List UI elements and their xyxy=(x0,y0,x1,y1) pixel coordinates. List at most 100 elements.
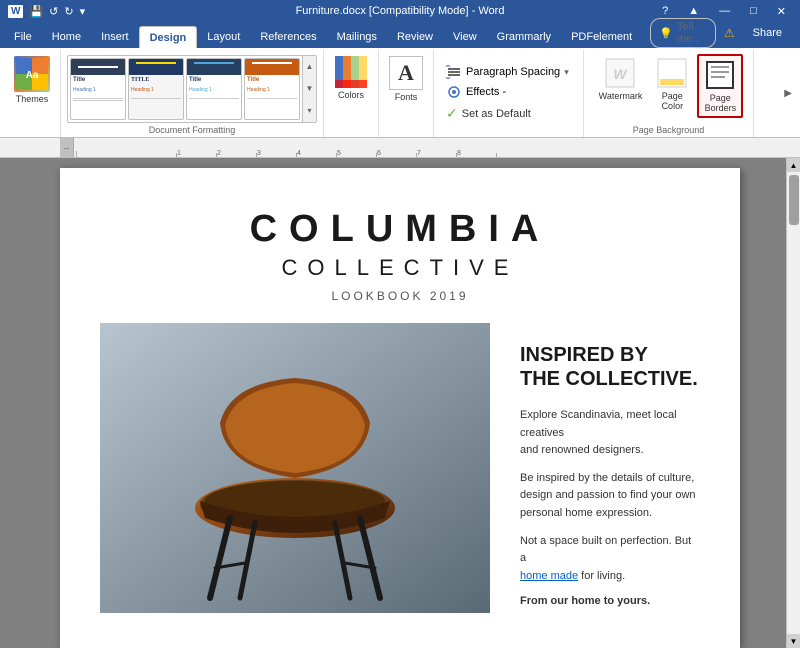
tab-view[interactable]: View xyxy=(443,26,487,48)
chair-image xyxy=(100,323,490,613)
title-bar-right: ? ▲ — □ ✕ xyxy=(656,5,792,18)
maximize-btn[interactable]: □ xyxy=(744,5,763,18)
columbia-title: COLUMBIA xyxy=(100,208,700,251)
tab-insert[interactable]: Insert xyxy=(91,26,139,48)
page-borders-icon-container xyxy=(704,59,736,91)
paragraph-spacing-label: Paragraph Spacing xyxy=(466,66,560,78)
page-borders-button[interactable]: PageBorders xyxy=(697,54,743,118)
inspired-title-line1: INSPIRED BY xyxy=(520,344,648,366)
fonts-icon: A xyxy=(389,56,423,90)
watermark-icon-container: W xyxy=(604,57,636,89)
redo-quick-btn[interactable]: ↻ xyxy=(64,5,73,18)
theme-item-2[interactable]: TITLE Heading 1 xyxy=(128,58,184,120)
page-color-icon-container xyxy=(656,57,688,89)
tab-home[interactable]: Home xyxy=(42,26,91,48)
paragraph-spacing-button[interactable]: Paragraph Spacing ▾ xyxy=(442,63,573,81)
scroll-expand-icon[interactable]: ▾ xyxy=(307,107,311,115)
help-btn[interactable]: ? xyxy=(656,5,674,18)
theme-item-3[interactable]: Title Heading 1 xyxy=(186,58,242,120)
scroll-up-button[interactable]: ▲ xyxy=(787,158,800,172)
minimize-btn[interactable]: — xyxy=(713,5,736,18)
themes-group: Aa Themes xyxy=(4,50,61,137)
tell-me-box[interactable]: 💡 Tell me... xyxy=(650,18,716,48)
warning-icon: ⚠ xyxy=(724,26,735,40)
tab-grammarly[interactable]: Grammarly xyxy=(487,26,561,48)
theme-item-default[interactable]: Title Heading 1 xyxy=(70,58,126,120)
document-area: COLUMBIA COLLECTIVE LOOKBOOK 2019 xyxy=(0,158,800,648)
theme-item-4[interactable]: Title Heading 1 xyxy=(244,58,300,120)
share-button[interactable]: Share xyxy=(743,24,792,42)
page-borders-label: PageBorders xyxy=(705,93,737,113)
themes-label: Themes xyxy=(16,94,49,104)
lookbook-subtitle: LOOKBOOK 2019 xyxy=(100,289,700,303)
paragraph-spacing-icon xyxy=(446,65,462,79)
paragraph-spacing-arrow: ▾ xyxy=(564,67,569,78)
theme-gallery: Title Heading 1 TITLE Heading 1 xyxy=(67,55,317,123)
scroll-thumb[interactable] xyxy=(789,175,799,225)
ribbon-tabs: File Home Insert Design Layout Reference… xyxy=(0,22,800,48)
page-borders-icon xyxy=(704,59,736,91)
tab-layout[interactable]: Layout xyxy=(197,26,250,48)
inspired-title: INSPIRED BY THE COLLECTIVE. xyxy=(520,343,700,391)
themes-svg: Aa xyxy=(16,58,48,90)
tab-design[interactable]: Design xyxy=(139,26,198,48)
title-bar-left: W 💾 ↺ ↻ ▾ xyxy=(8,5,85,18)
scroll-up-icon[interactable]: ▲ xyxy=(306,63,314,71)
two-col-section: INSPIRED BY THE COLLECTIVE. Explore Scan… xyxy=(100,323,700,613)
fonts-button[interactable]: A Fonts xyxy=(385,54,427,104)
colors-icon xyxy=(335,56,367,88)
watermark-label: Watermark xyxy=(599,91,643,101)
chair-svg xyxy=(100,323,490,613)
watermark-button[interactable]: W Watermark xyxy=(594,54,648,104)
save-quick-btn[interactable]: 💾 xyxy=(29,5,43,18)
page-color-button[interactable]: PageColor xyxy=(651,54,693,114)
ruler: ↔ 1 2 3 4 5 6 7 8 xyxy=(0,138,800,158)
text-column: INSPIRED BY THE COLLECTIVE. Explore Scan… xyxy=(510,323,700,613)
fonts-label: Fonts xyxy=(395,92,418,102)
home-made-link[interactable]: home made xyxy=(520,570,578,582)
doc-formatting-label: Document Formatting xyxy=(149,123,236,137)
ribbon-scroll-right[interactable]: ▶ xyxy=(784,50,796,137)
colors-group: Colors xyxy=(324,50,379,137)
page-content: COLUMBIA COLLECTIVE LOOKBOOK 2019 xyxy=(60,168,740,633)
word-logo: W xyxy=(8,5,23,18)
lightbulb-icon: 💡 xyxy=(659,27,673,40)
tab-pdfelement[interactable]: PDFelement xyxy=(561,26,642,48)
effects-icon xyxy=(446,85,462,99)
app-title: Furniture.docx [Compatibility Mode] - Wo… xyxy=(296,5,505,17)
close-btn[interactable]: ✕ xyxy=(771,5,792,18)
scroll-down-button[interactable]: ▼ xyxy=(787,634,800,648)
svg-text:W: W xyxy=(614,66,629,82)
tab-review[interactable]: Review xyxy=(387,26,443,48)
effects-label: Effects - xyxy=(466,86,506,98)
tab-mailings[interactable]: Mailings xyxy=(327,26,387,48)
document-page: COLUMBIA COLLECTIVE LOOKBOOK 2019 xyxy=(60,168,740,648)
ribbon: Aa Themes Title Heading 1 xyxy=(0,48,800,138)
title-section: COLUMBIA COLLECTIVE LOOKBOOK 2019 xyxy=(100,188,700,313)
tell-me-text: Tell me... xyxy=(677,21,707,45)
page-background-buttons: W Watermark PageColor xyxy=(594,50,744,123)
from-home-text: From our home to yours. xyxy=(520,595,700,607)
paragraph-effects-group: Paragraph Spacing ▾ Effects - ✓ Set as D… xyxy=(434,50,584,137)
scroll-down-icon[interactable]: ▼ xyxy=(306,85,314,93)
watermark-icon: W xyxy=(604,57,636,89)
fonts-group: A Fonts xyxy=(379,50,434,137)
inspired-title-line2: THE COLLECTIVE. xyxy=(520,368,698,390)
ribbon-toggle-btn[interactable]: ▲ xyxy=(682,5,705,18)
tab-references[interactable]: References xyxy=(250,26,326,48)
gallery-scroll[interactable]: ▲ ▼ ▾ xyxy=(302,56,316,122)
tab-file[interactable]: File xyxy=(4,26,42,48)
set-as-default-label: Set as Default xyxy=(462,108,531,120)
vertical-scrollbar[interactable]: ▲ ▼ xyxy=(786,158,800,648)
set-as-default-button[interactable]: ✓ Set as Default xyxy=(442,103,535,124)
page-color-label: PageColor xyxy=(662,91,684,111)
inspired-body-1: Explore Scandinavia, meet local creative… xyxy=(520,407,700,460)
colors-button[interactable]: Colors xyxy=(331,54,371,102)
document-formatting-group: Title Heading 1 TITLE Heading 1 xyxy=(61,50,324,137)
themes-button[interactable]: Aa Themes xyxy=(10,54,54,106)
effects-button[interactable]: Effects - xyxy=(442,83,510,101)
undo-quick-btn[interactable]: ↺ xyxy=(49,5,58,18)
svg-text:Aa: Aa xyxy=(26,70,39,81)
inspired-body-2: Be inspired by the details of culture, d… xyxy=(520,470,700,523)
customize-quick-btn[interactable]: ▾ xyxy=(80,5,86,18)
